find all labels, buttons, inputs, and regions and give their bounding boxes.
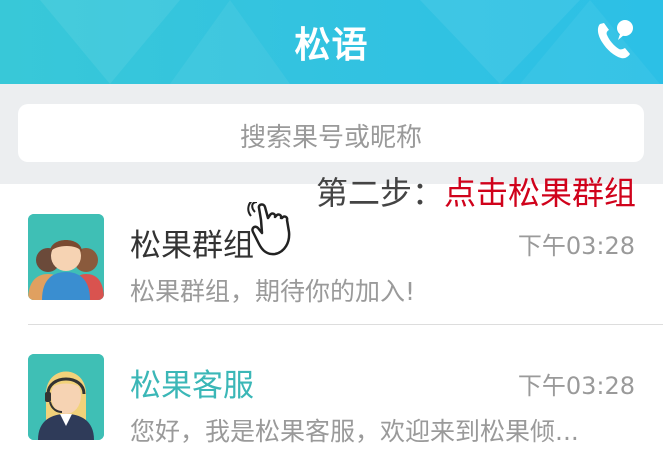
conversation-time: 下午03:28 [517,372,635,400]
group-avatar-icon [28,214,104,300]
conversation-name: 松果客服 [130,368,254,404]
app-header: 松语 [0,0,663,84]
search-placeholder: 搜索果号或昵称 [239,123,422,153]
list-divider [28,324,663,325]
support-agent-avatar [28,354,104,440]
conversation-time: 下午03:28 [517,232,635,260]
step-prefix: 第二步： [316,174,445,212]
conversation-item-support[interactable]: 松果客服 下午03:28 您好，我是松果客服，欢迎来到松果倾... [0,330,663,470]
step-instruction: 第二步：点击松果群组 [316,168,636,214]
conversation-name: 松果群组 [130,228,254,264]
phone-chat-icon[interactable] [594,18,636,62]
conversation-preview: 松果群组，期待你的加入! [130,277,416,306]
step-highlight: 点击松果群组 [444,174,637,212]
conversation-preview: 您好，我是松果客服，欢迎来到松果倾... [130,417,579,446]
search-input[interactable]: 搜索果号或昵称 [18,104,644,162]
support-agent-avatar-icon [28,354,104,440]
tap-hand-icon [247,202,291,256]
group-avatar [28,214,104,300]
page-title: 松语 [294,25,369,66]
